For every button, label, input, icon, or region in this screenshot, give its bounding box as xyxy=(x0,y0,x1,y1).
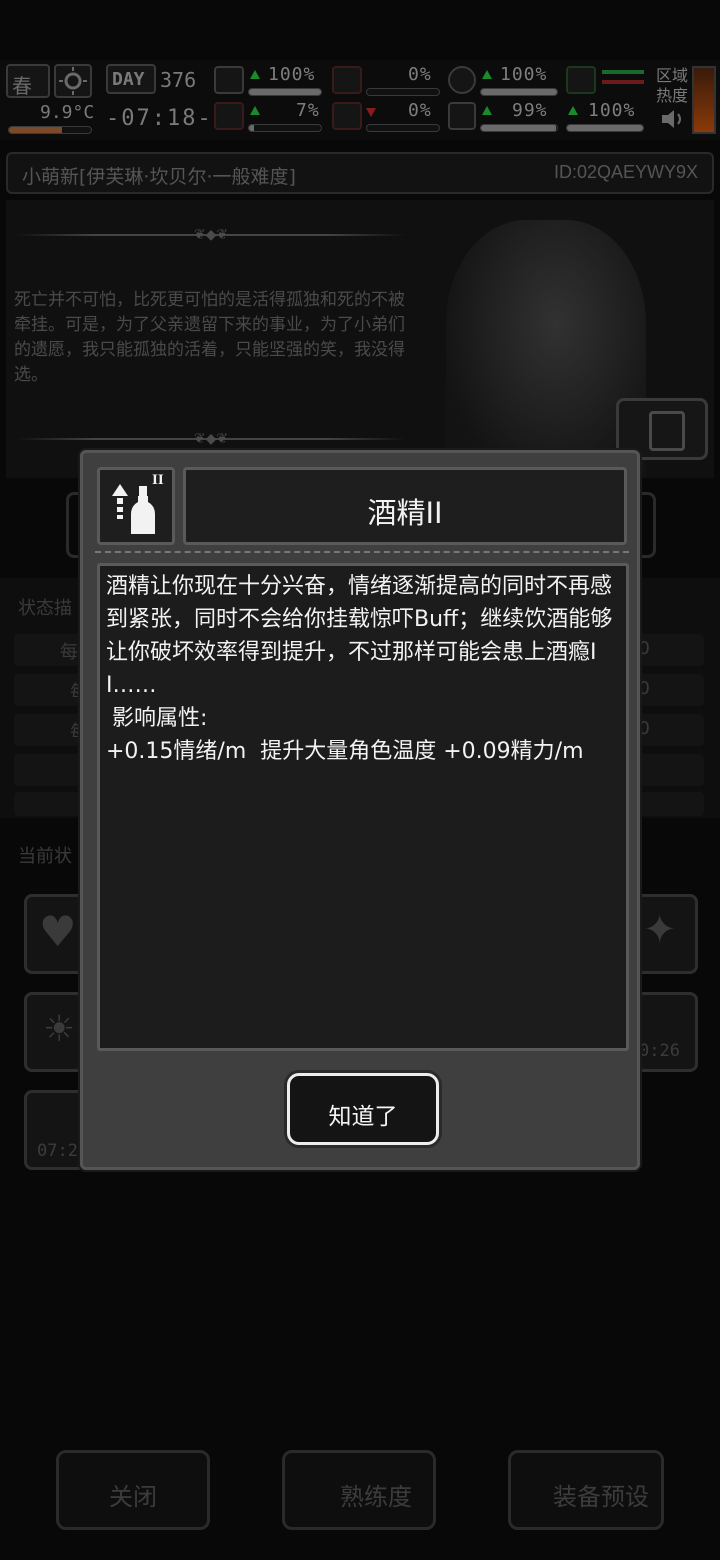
injury-trend-up-icon xyxy=(250,106,260,115)
tile-time: 07:2 xyxy=(37,1141,78,1161)
buff-level: II xyxy=(152,472,164,488)
story-text: 死亡并不可怕，比死更可怕的是活得孤独和死的不被牵挂。可是，为了父亲遗留下来的事业… xyxy=(14,290,405,385)
health-value: 100% xyxy=(268,64,316,85)
confirm-label: 知道了 xyxy=(328,1104,398,1130)
current-status-title: 当前状 xyxy=(18,846,72,867)
alcohol-bottle-icon: II xyxy=(97,467,175,545)
injury-value: 7% xyxy=(296,100,320,121)
dialog-title: 酒精II xyxy=(367,496,443,530)
mood-value: 99% xyxy=(512,100,548,121)
zone-heat-meter xyxy=(692,66,716,134)
stomach-bar xyxy=(480,88,558,96)
season-badge: 春 xyxy=(6,64,50,98)
clock: -07:18- xyxy=(106,106,213,131)
dialog-body: 酒精让你现在十分兴奋，情绪逐渐提高的同时不再感到紧张，同时不会给你挂载惊吓Buf… xyxy=(97,563,629,1051)
player-name: 小萌新[伊芙琳·坎贝尔·一般难度] xyxy=(22,166,296,188)
tile-time: 0:26 xyxy=(639,1041,680,1061)
equipment-preset-label: 装备预设 xyxy=(553,1483,649,1511)
stomach-trend-up-icon xyxy=(482,70,492,79)
health-bar xyxy=(248,88,322,96)
temperature: 9.9°C xyxy=(40,102,95,123)
shirt-icon xyxy=(649,411,685,451)
buff-detail-dialog: II 酒精II 酒精让你现在十分兴奋，情绪逐渐提高的同时不再感到紧张，同时不会给… xyxy=(80,450,640,1170)
attributes-label: 影响属性: xyxy=(112,706,208,731)
blood-trend-down-icon xyxy=(366,108,376,117)
injury-bar xyxy=(248,124,322,132)
stamina-trend-up-icon xyxy=(568,106,578,115)
season-label: 春 xyxy=(12,74,32,98)
dashed-divider xyxy=(95,551,629,553)
profile-bar: 小萌新[伊芙琳·坎贝尔·一般难度] ID:02QAEYWY9X xyxy=(6,152,714,194)
stamina-lines xyxy=(602,70,644,74)
alarm-icon: ☀ xyxy=(43,1009,76,1050)
zone-heat-label: 区域热度 xyxy=(656,66,689,105)
status-description-title: 状态描 xyxy=(18,598,72,619)
person-icon: ✦ xyxy=(643,907,677,953)
brain-icon xyxy=(214,102,244,130)
blood-drop-icon xyxy=(332,102,362,130)
health-trend-up-icon xyxy=(250,70,260,79)
mood-bar xyxy=(480,124,558,132)
confirm-button[interactable]: 知道了 xyxy=(287,1073,439,1145)
close-label: 关闭 xyxy=(109,1483,157,1511)
dialog-title-box: 酒精II xyxy=(183,467,627,545)
stomach-value: 100% xyxy=(500,64,548,85)
bladder-icon xyxy=(448,66,476,94)
day-number: 376 xyxy=(160,68,197,92)
mood-trend-up-icon xyxy=(482,106,492,115)
day-label: DAY xyxy=(112,69,145,90)
temperature-bar xyxy=(8,126,92,134)
equipment-preset-button[interactable]: 装备预设 xyxy=(508,1450,664,1530)
medkit-icon xyxy=(214,66,244,94)
heart-icon: ♥ xyxy=(39,907,77,956)
stamina-value: 100% xyxy=(588,100,636,121)
status-bar: 春 9.9°C DAY 376 -07:18- 100% 7% 0% 0% 10… xyxy=(0,60,720,140)
stamina-bar xyxy=(566,124,644,132)
speaker-icon[interactable] xyxy=(660,108,686,130)
heart-icon xyxy=(448,102,476,130)
stomach-icon xyxy=(332,66,362,94)
hunger-bar xyxy=(366,88,440,96)
day-badge: DAY xyxy=(106,64,156,94)
character-story-panel: ❦◆❦ 死亡并不可怕，比死更可怕的是活得孤独和死的不被牵挂。可是，为了父亲遗留下… xyxy=(6,200,714,478)
ornament-divider-top: ❦◆❦ xyxy=(16,227,406,243)
boot-icon xyxy=(566,66,596,94)
close-button[interactable]: 关闭 xyxy=(56,1450,210,1530)
buff-description: 酒精让你现在十分兴奋，情绪逐渐提高的同时不再感到紧张，同时不会给你挂载惊吓Buf… xyxy=(106,574,613,698)
attributes-text: +0.15情绪/m 提升大量角色温度 +0.09精力/m xyxy=(106,739,584,764)
ornament-divider-bottom: ❦◆❦ xyxy=(16,431,406,447)
blood-value: 0% xyxy=(408,100,432,121)
blood-bar xyxy=(366,124,440,132)
proficiency-label: 熟练度 xyxy=(340,1483,412,1511)
hunger-value: 0% xyxy=(408,64,432,85)
sun-icon xyxy=(54,64,92,98)
player-id: ID:02QAEYWY9X xyxy=(553,162,698,182)
proficiency-button[interactable]: 熟练度 xyxy=(282,1450,436,1530)
